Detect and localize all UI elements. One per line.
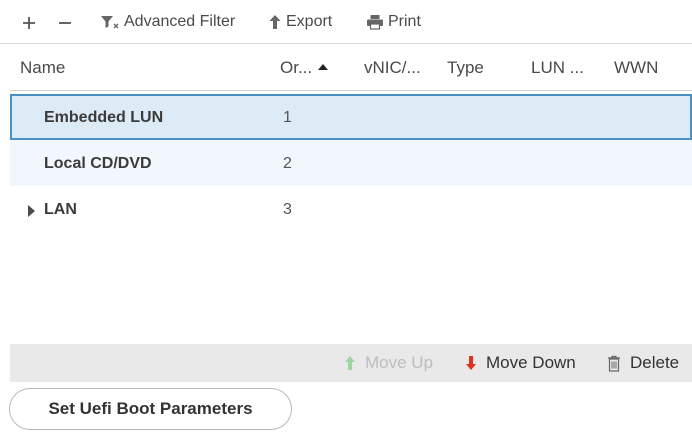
row-order: 1 — [283, 109, 292, 126]
advanced-filter-label: Advanced Filter — [124, 13, 236, 30]
sort-ascending-icon — [318, 64, 329, 70]
column-header-vnic[interactable]: vNIC/... — [364, 58, 421, 78]
column-header-wwn[interactable]: WWN — [614, 58, 658, 78]
expand-arrow-icon[interactable] — [28, 205, 35, 217]
table-row[interactable]: LAN 3 — [10, 186, 692, 232]
print-button[interactable]: Print — [366, 7, 421, 37]
row-order: 2 — [283, 155, 292, 172]
arrow-up-icon — [345, 356, 355, 370]
filter-icon — [101, 16, 119, 29]
delete-label: Delete — [630, 353, 680, 372]
table-header: Name Or... vNIC/... Type LUN ... WWN — [10, 45, 692, 91]
move-up-button[interactable]: Move Up — [344, 353, 433, 373]
remove-button[interactable] — [52, 8, 78, 38]
column-header-name[interactable]: Name — [20, 58, 65, 78]
move-up-label: Move Up — [365, 353, 434, 372]
advanced-filter-button[interactable]: Advanced Filter — [100, 7, 235, 37]
column-header-order-label: Or... — [280, 58, 313, 77]
column-header-order[interactable]: Or... — [280, 58, 329, 78]
printer-icon — [367, 15, 383, 30]
print-label: Print — [388, 13, 421, 30]
toolbar: Advanced Filter Export Print — [0, 0, 692, 44]
row-order: 3 — [283, 201, 292, 218]
table-row[interactable]: Local CD/DVD 2 — [10, 140, 692, 186]
set-uefi-boot-parameters-button[interactable]: Set Uefi Boot Parameters — [9, 388, 292, 430]
arrow-up-icon — [269, 15, 281, 29]
arrow-down-icon — [466, 356, 476, 370]
move-down-label: Move Down — [486, 353, 576, 372]
delete-button[interactable]: Delete — [607, 353, 679, 373]
row-actions-bar: Move Up Move Down Delete — [10, 344, 692, 382]
column-header-type[interactable]: Type — [447, 58, 484, 78]
table-row[interactable]: Embedded LUN 1 — [10, 94, 692, 140]
minus-icon — [59, 22, 71, 24]
row-name: LAN — [44, 201, 77, 218]
export-label: Export — [286, 13, 333, 30]
row-name: Local CD/DVD — [44, 155, 152, 172]
move-down-button[interactable]: Move Down — [465, 353, 576, 373]
column-header-lun[interactable]: LUN ... — [531, 58, 584, 78]
plus-icon — [23, 17, 35, 29]
add-button[interactable] — [16, 8, 42, 38]
row-name: Embedded LUN — [44, 109, 164, 126]
export-button[interactable]: Export — [268, 7, 332, 37]
trash-icon — [608, 355, 620, 372]
